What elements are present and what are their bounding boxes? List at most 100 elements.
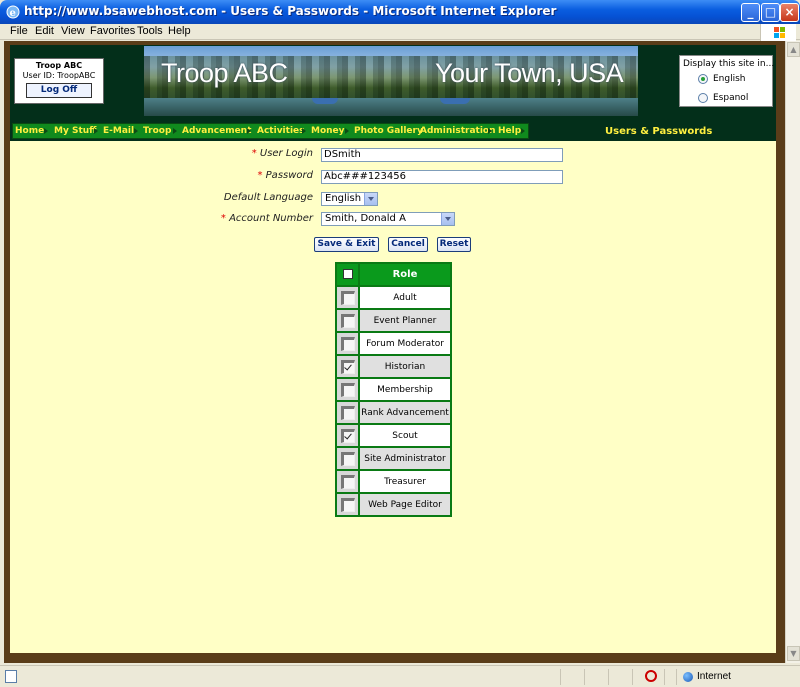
default-language-select[interactable]: English: [321, 192, 378, 206]
status-divider: [676, 669, 677, 685]
select-all-checkbox[interactable]: [342, 269, 353, 279]
nav-administration[interactable]: Administration: [420, 126, 496, 136]
role-checkbox-scout[interactable]: [340, 428, 355, 443]
login-user-id: User ID: TroopABC: [15, 71, 103, 80]
login-troop-name: Troop ABC: [35, 61, 83, 70]
role-label: Event Planner: [358, 308, 452, 333]
nav-money[interactable]: Money: [311, 126, 345, 136]
role-label: Web Page Editor: [358, 492, 452, 517]
scroll-up-icon[interactable]: ▲: [787, 42, 800, 57]
user-id-label: User ID:: [22, 71, 55, 80]
password-input[interactable]: Abc###123456: [321, 170, 563, 184]
table-row: Site Administrator: [335, 446, 452, 471]
banner-water: [144, 98, 638, 116]
nav-arrow-icon: [488, 128, 492, 134]
menu-favorites[interactable]: Favorites: [90, 25, 135, 37]
role-checkbox-event-planner[interactable]: [340, 313, 355, 328]
window-title-bar: e http://www.bsawebhost.com - Users & Pa…: [0, 0, 800, 24]
menu-file[interactable]: File: [10, 25, 28, 37]
table-row: Scout: [335, 423, 452, 448]
nav-email[interactable]: E-Mail: [103, 126, 134, 136]
default-language-value: English: [325, 193, 362, 204]
nav-arrow-icon: [521, 128, 525, 134]
cancel-button[interactable]: Cancel: [388, 237, 428, 252]
maximize-button[interactable]: □: [761, 3, 780, 22]
page-title: Users & Passwords: [605, 126, 713, 137]
nav-arrow-icon: [302, 128, 306, 134]
role-checkbox-treasurer[interactable]: [340, 474, 355, 489]
nav-arrow-icon: [247, 128, 251, 134]
nav-arrow-icon: [44, 128, 48, 134]
menu-help[interactable]: Help: [168, 25, 191, 37]
nav-arrow-icon: [134, 128, 138, 134]
menu-view[interactable]: View: [61, 25, 85, 37]
banner-canoe-2: [440, 98, 470, 104]
chevron-down-icon[interactable]: [364, 193, 377, 205]
nav-photo-gallery[interactable]: Photo Gallery: [354, 126, 423, 136]
nav-advancement[interactable]: Advancement: [182, 126, 251, 136]
minimize-button[interactable]: _: [741, 3, 760, 22]
language-selector: Display this site in... English Espanol: [679, 55, 774, 107]
save-exit-button[interactable]: Save & Exit: [314, 237, 379, 252]
role-checkbox-historian[interactable]: [340, 359, 355, 374]
windows-logo-icon: [760, 24, 796, 42]
scroll-down-icon[interactable]: ▼: [787, 646, 800, 661]
default-language-label: Default Language: [223, 192, 313, 203]
nav-troop[interactable]: Troop: [143, 126, 171, 136]
status-divider: [608, 669, 609, 685]
role-label: Scout: [358, 423, 452, 448]
select-all-cell: [335, 262, 360, 287]
user-login-label: * User Login: [251, 148, 313, 159]
close-button[interactable]: ×: [780, 3, 799, 22]
log-off-button[interactable]: Log Off: [26, 83, 92, 98]
reset-button[interactable]: Reset: [437, 237, 471, 252]
menu-edit[interactable]: Edit: [35, 25, 54, 37]
table-row: Historian: [335, 354, 452, 379]
required-marker: *: [220, 213, 226, 224]
table-row: Adult: [335, 285, 452, 310]
role-label: Forum Moderator: [358, 331, 452, 356]
password-label: * Password: [257, 170, 313, 181]
login-box: Troop ABC User ID: TroopABC Log Off: [14, 58, 104, 104]
role-label: Site Administrator: [358, 446, 452, 471]
status-divider: [632, 669, 633, 685]
header-banner: Troop ABC Your Town, USA: [144, 46, 638, 116]
nav-home[interactable]: Home: [15, 126, 44, 136]
popup-blocked-icon[interactable]: [645, 670, 657, 682]
vertical-scrollbar[interactable]: ▲ ▼: [785, 41, 800, 663]
table-row: Event Planner: [335, 308, 452, 333]
banner-canoe-1: [312, 98, 338, 104]
account-number-select[interactable]: Smith, Donald A: [321, 212, 455, 226]
language-option-espanol: Espanol: [713, 93, 749, 103]
status-bar: Internet: [0, 665, 800, 687]
table-row: Membership: [335, 377, 452, 402]
svg-text:e: e: [10, 8, 16, 19]
required-marker: *: [257, 170, 263, 181]
nav-activities[interactable]: Activities: [257, 126, 305, 136]
role-checkbox-site-administrator[interactable]: [340, 451, 355, 466]
language-option-english: English: [713, 74, 746, 84]
radio-espanol[interactable]: [698, 93, 708, 103]
table-row: Treasurer: [335, 469, 452, 494]
menu-tools[interactable]: Tools: [137, 25, 163, 37]
internet-explorer-icon: e: [6, 5, 20, 19]
banner-town-title: Your Town, USA: [435, 58, 624, 88]
role-label: Rank Advancement: [358, 400, 452, 425]
radio-english[interactable]: [698, 74, 708, 84]
role-checkbox-adult[interactable]: [340, 290, 355, 305]
user-login-input[interactable]: DSmith: [321, 148, 563, 162]
menu-bar: File Edit View Favorites Tools Help: [0, 24, 800, 40]
security-zone-label: Internet: [697, 671, 731, 682]
nav-arrow-icon: [345, 128, 349, 134]
role-checkbox-web-page-editor[interactable]: [340, 497, 355, 512]
nav-my-stuff[interactable]: My Stuff: [54, 126, 96, 136]
role-checkbox-membership[interactable]: [340, 382, 355, 397]
role-checkbox-rank-advancement[interactable]: [340, 405, 355, 420]
nav-help[interactable]: Help: [498, 126, 521, 136]
role-label: Historian: [358, 354, 452, 379]
status-divider: [584, 669, 585, 685]
roles-table: Role Adult Event Planner Forum Moderator…: [335, 262, 452, 517]
user-id-value: TroopABC: [57, 71, 96, 80]
chevron-down-icon[interactable]: [441, 213, 454, 225]
role-checkbox-forum-moderator[interactable]: [340, 336, 355, 351]
